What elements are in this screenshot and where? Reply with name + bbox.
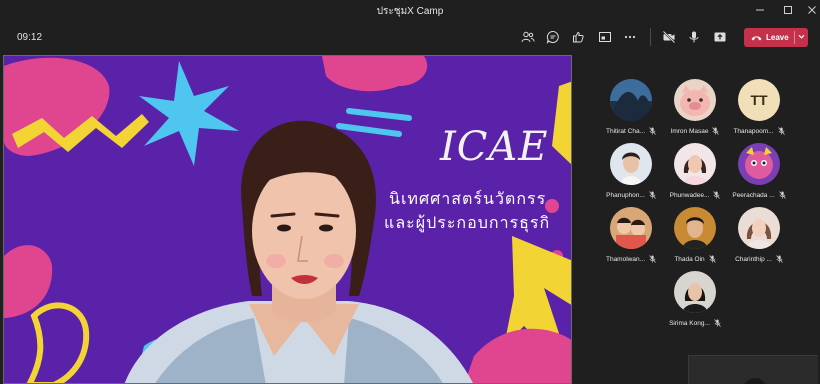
participant-name: Thitirat Cha...	[605, 127, 645, 135]
participant-name: Thanapoom...	[733, 127, 774, 135]
leave-button[interactable]: Leave	[744, 28, 808, 47]
minimize-button[interactable]	[748, 0, 772, 20]
participant-name: Peerachada ...	[732, 191, 775, 199]
participant-name: Thamolwan...	[605, 255, 646, 263]
meeting-timer: 09:12	[17, 32, 43, 43]
avatar-initials: TT	[750, 92, 768, 108]
reactions-button[interactable]	[569, 28, 589, 46]
participants-button[interactable]	[518, 28, 538, 46]
chevron-down-icon	[798, 34, 805, 39]
more-icon	[624, 35, 636, 39]
chat-icon	[546, 30, 559, 44]
mic-off-icon	[778, 191, 786, 199]
mic-off-icon	[708, 255, 716, 263]
avatar	[738, 143, 780, 185]
main-video[interactable]: ICAE นิเทศศาสตร์นวัตกรร และผู้ประกอบการธ…	[3, 55, 572, 384]
close-button[interactable]	[800, 0, 820, 20]
camera-off-icon	[662, 30, 676, 44]
rooms-icon	[599, 32, 611, 42]
meeting-toolbar: 09:12 Leave	[0, 20, 820, 54]
participant-name: Charinthip ...	[735, 255, 772, 263]
avatar	[674, 143, 716, 185]
banner-line-2: และผู้ประกอบการธุรกิ	[384, 215, 551, 232]
participant-tile[interactable]: TT Thanapoom...	[718, 79, 800, 141]
participant-name: Phunwadee...	[669, 191, 710, 199]
chat-button[interactable]	[543, 28, 563, 46]
mic-off-icon	[776, 255, 783, 263]
avatar	[610, 79, 652, 121]
participant-name: Imron Masae	[670, 127, 709, 135]
self-video-preview[interactable]	[688, 355, 818, 384]
avatar	[674, 207, 716, 249]
maximize-icon	[784, 6, 792, 14]
participant-tile[interactable]: Sirima Kong...	[654, 271, 736, 333]
participant-name: Sirima Kong...	[669, 319, 710, 327]
participant-tile[interactable]: Peerachada ...	[718, 143, 800, 205]
leave-divider	[794, 31, 795, 44]
share-button[interactable]	[710, 28, 730, 46]
participant-name: Phanuphon...	[606, 191, 645, 199]
mic-off-icon	[714, 319, 721, 327]
avatar	[674, 271, 716, 313]
participant-name: Thada Oin	[674, 255, 705, 263]
avatar	[674, 79, 716, 121]
participants-gallery: Thitirat Cha... Imron Masae TT Thanapoom…	[574, 55, 820, 384]
mic-off-icon	[777, 127, 785, 135]
phone-hangup-icon	[751, 35, 762, 40]
microphone-button[interactable]	[684, 28, 704, 46]
avatar	[610, 143, 652, 185]
avatar: TT	[738, 79, 780, 121]
leave-label: Leave	[766, 33, 789, 42]
participant-tile[interactable]: Charinthip ...	[718, 207, 800, 269]
avatar	[738, 207, 780, 249]
mic-icon	[689, 31, 699, 43]
title-bar: ประชุมX Camp	[0, 0, 820, 20]
maximize-button[interactable]	[776, 0, 800, 20]
reactions-icon	[573, 31, 584, 43]
share-icon	[714, 32, 726, 42]
banner-line-1: นิเทศศาสตร์นวัตกรร	[389, 191, 547, 208]
avatar	[610, 207, 652, 249]
rooms-button[interactable]	[595, 28, 615, 46]
toolbar-divider	[650, 28, 651, 46]
event-logo-text: ICAE	[440, 124, 549, 170]
minimize-icon	[756, 9, 764, 11]
camera-button[interactable]	[659, 28, 679, 46]
people-icon	[521, 31, 535, 43]
close-icon	[808, 6, 816, 14]
more-button[interactable]	[620, 28, 640, 46]
window-title: ประชุมX Camp	[376, 6, 444, 17]
